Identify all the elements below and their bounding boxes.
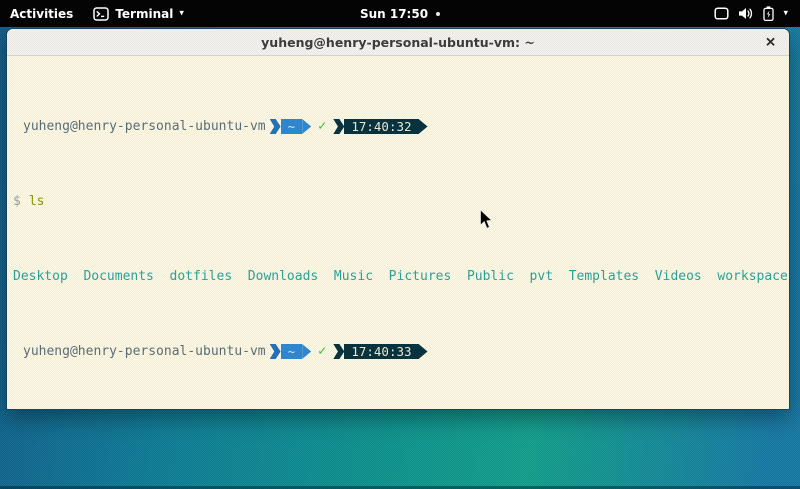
top-bar-left: Activities Terminal ▾ — [0, 0, 194, 27]
powerline-separator-icon — [333, 344, 344, 359]
powerline-arrow-icon — [302, 344, 311, 359]
ls-output-line: Desktop Documents dotfiles Downloads Mus… — [13, 269, 785, 284]
prompt-line-2: yuheng@henry-personal-ubuntu-vm ~ ✓ 17:4… — [13, 344, 785, 359]
desktop-background: { "topbar": { "activities_label": "Activ… — [0, 0, 800, 489]
terminal-app-icon — [93, 7, 109, 21]
battery-charging-icon — [763, 6, 774, 21]
prompt-symbol: $ — [13, 194, 21, 209]
chevron-down-icon: ▾ — [783, 10, 788, 19]
command-text: ls — [29, 194, 45, 209]
system-status-area[interactable]: ▾ — [702, 0, 800, 27]
prompt-time: 17:40:32 — [344, 119, 418, 134]
close-button[interactable]: ✕ — [761, 34, 780, 51]
activities-label: Activities — [10, 7, 73, 21]
status-check-icon: ✓ — [318, 119, 326, 134]
clock-button[interactable]: Sun 17:50 — [350, 0, 450, 27]
prompt-time: 17:40:33 — [344, 344, 418, 359]
display-icon — [714, 7, 729, 20]
app-menu-label: Terminal — [115, 7, 173, 21]
top-bar: Activities Terminal ▾ Sun 17:50 — [0, 0, 800, 27]
powerline-arrow-icon — [419, 344, 428, 359]
status-check-icon: ✓ — [318, 344, 326, 359]
terminal-window: yuheng@henry-personal-ubuntu-vm: ~ ✕ yuh… — [6, 28, 790, 410]
activities-button[interactable]: Activities — [0, 0, 83, 27]
prompt-line-1: yuheng@henry-personal-ubuntu-vm ~ ✓ 17:4… — [13, 119, 785, 134]
prompt-username: yuheng@henry-personal-ubuntu-vm — [23, 119, 266, 134]
directory-list: Desktop Documents dotfiles Downloads Mus… — [13, 269, 788, 284]
powerline-separator-icon — [333, 119, 344, 134]
notification-dot-icon — [436, 12, 440, 16]
powerline-separator-icon — [270, 119, 281, 134]
chevron-down-icon: ▾ — [179, 10, 184, 19]
top-bar-right: ▾ — [702, 0, 800, 27]
powerline-arrow-icon — [419, 119, 428, 134]
clock-label: Sun 17:50 — [360, 7, 428, 21]
volume-icon — [738, 7, 754, 20]
powerline-separator-icon — [270, 344, 281, 359]
window-titlebar[interactable]: yuheng@henry-personal-ubuntu-vm: ~ ✕ — [7, 29, 789, 56]
prompt-directory: ~ — [281, 344, 303, 359]
prompt-directory: ~ — [281, 119, 303, 134]
close-icon: ✕ — [765, 35, 776, 50]
window-title: yuheng@henry-personal-ubuntu-vm: ~ — [261, 35, 535, 50]
terminal-content[interactable]: yuheng@henry-personal-ubuntu-vm ~ ✓ 17:4… — [7, 56, 789, 410]
prompt-username: yuheng@henry-personal-ubuntu-vm — [23, 344, 266, 359]
command-line-1: $ ls — [13, 194, 785, 209]
powerline-arrow-icon — [302, 119, 311, 134]
app-menu-terminal[interactable]: Terminal ▾ — [83, 0, 194, 27]
